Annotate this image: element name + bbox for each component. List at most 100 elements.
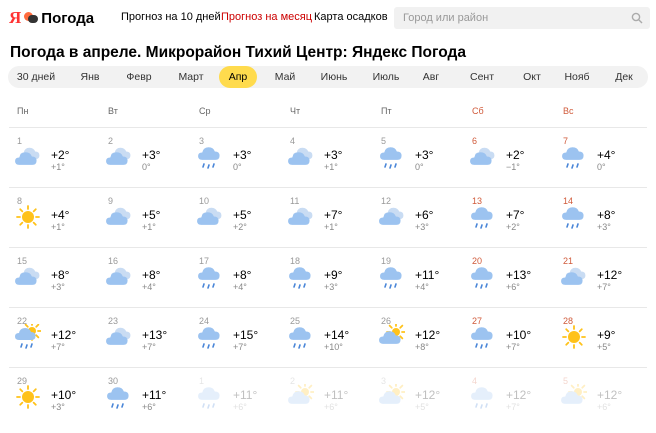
day-cell[interactable]: 17 +8° +4° [191,247,281,305]
temp-max: +8° [597,208,616,222]
day-cell[interactable]: 24 +15° +7° [191,307,281,365]
nav-forecast-10-days[interactable]: Прогноз на 10 дней [121,11,221,23]
temp-max: +4° [597,148,616,162]
cloudy-icon [561,264,587,290]
day-cell[interactable]: 26 +12° +8° [373,307,463,365]
day-cell[interactable]: 3 +12° +5° [373,367,463,425]
temp-min: +3° [597,222,611,232]
temp-min: +2° [233,222,247,232]
sun-icon [15,204,41,230]
day-cell[interactable]: 5 +3° 0° [373,127,463,185]
temp-min: −1° [506,162,520,172]
temp-max: +3° [142,148,161,162]
tab-8[interactable]: Авг [413,66,449,88]
temp-min: +1° [324,162,338,172]
day-cell[interactable]: 8 +4° +1° [9,187,99,245]
temp-max: +10° [51,388,77,402]
tab-0[interactable]: 30 дней [12,66,60,88]
month-tabs: 30 дней Янв Февр Март Апр Май Июнь Июль Авг Сент О… [8,66,648,88]
tab-10[interactable]: Окт [516,66,548,88]
logo[interactable]: Я Погода [9,8,94,28]
day-cell[interactable]: 10 +5° +2° [191,187,281,245]
cloud-rain-icon [470,264,496,290]
day-cell[interactable]: 4 +12° +7° [464,367,554,425]
temp-min: +3° [51,282,65,292]
day-cell[interactable]: 19 +11° +4° [373,247,463,305]
day-cell[interactable]: 29 +10° +3° [9,367,99,425]
day-cell[interactable]: 5 +12° +6° [555,367,645,425]
cloudy-icon [197,204,223,230]
temp-min: +7° [142,342,156,352]
tab-3[interactable]: Март [167,66,215,88]
cloud-rain-icon [197,384,223,410]
cloud-rain-icon [197,264,223,290]
nav-precipitation-map[interactable]: Карта осадков [314,11,388,23]
temp-min: +7° [597,282,611,292]
cloudy-icon [15,264,41,290]
day-cell[interactable]: 12 +6° +3° [373,187,463,245]
day-cell[interactable]: 3 +3° 0° [191,127,281,185]
temp-max: +7° [506,208,525,222]
weekday-label: Сб [472,106,484,116]
day-cell[interactable]: 23 +13° +7° [100,307,190,365]
day-cell[interactable]: 2 +3° 0° [100,127,190,185]
temp-max: +12° [51,328,77,342]
search-input[interactable]: Город или район [394,7,650,29]
day-cell[interactable]: 30 +11° +6° [100,367,190,425]
tab-2[interactable]: Февр [119,66,159,88]
day-cell[interactable]: 2 +11° +6° [282,367,372,425]
sun-cloud-rain-icon [15,321,42,350]
day-cell[interactable]: 7 +4° 0° [555,127,645,185]
cloud-rain-icon [288,324,314,350]
temp-max: +2° [51,148,70,162]
day-cell[interactable]: 25 +14° +10° [282,307,372,365]
tab-9[interactable]: Сент [460,66,504,88]
cloud-rain-icon [470,384,496,410]
nav-forecast-month[interactable]: Прогноз на месяц [221,11,312,23]
tab-12[interactable]: Дек [604,66,644,88]
day-cell[interactable]: 28 +9° +5° [555,307,645,365]
day-cell[interactable]: 1 +2° +1° [9,127,99,185]
day-cell[interactable]: 13 +7° +2° [464,187,554,245]
day-cell[interactable]: 14 +8° +3° [555,187,645,245]
day-cell[interactable]: 22 +12° +7° [9,307,99,365]
logo-text: Погода [41,9,95,27]
tab-11[interactable]: Нояб [554,66,600,88]
day-cell[interactable]: 18 +9° +3° [282,247,372,305]
cloud-rain-icon [379,264,405,290]
temp-max: +15° [233,328,259,342]
day-cell[interactable]: 16 +8° +4° [100,247,190,305]
sun-cloud-icon [379,322,406,350]
day-cell[interactable]: 9 +5° +1° [100,187,190,245]
temp-min: +7° [233,342,247,352]
cloudy-icon [106,144,132,170]
day-cell[interactable]: 1 +11° +6° [191,367,281,425]
tab-1[interactable]: Янв [71,66,109,88]
search-icon[interactable] [631,12,643,24]
page-title: Погода в апреле. Микрорайон Тихий Центр:… [10,44,466,61]
day-cell[interactable]: 21 +12° +7° [555,247,645,305]
cloudy-icon [288,204,314,230]
sun-cloud-icon [379,382,406,410]
tab-5[interactable]: Май [267,66,303,88]
day-cell[interactable]: 4 +3° +1° [282,127,372,185]
temp-max: +9° [324,268,343,282]
day-cell[interactable]: 6 +2° −1° [464,127,554,185]
tab-7[interactable]: Июль [364,66,408,88]
day-cell[interactable]: 15 +8° +3° [9,247,99,305]
cloud-rain-icon [561,204,587,230]
day-cell[interactable]: 11 +7° +1° [282,187,372,245]
temp-max: +8° [142,268,161,282]
day-cell[interactable]: 20 +13° +6° [464,247,554,305]
cloud-rain-icon [106,384,132,410]
temp-max: +11° [142,388,167,402]
sun-cloud-icon [288,382,315,410]
weekday-label: Ср [199,106,211,116]
temp-min: +5° [597,342,611,352]
temp-min: +1° [51,162,65,172]
tab-6[interactable]: Июнь [313,66,355,88]
tab-4[interactable]: Апр [219,66,257,88]
day-cell[interactable]: 27 +10° +7° [464,307,554,365]
temp-max: +9° [597,328,616,342]
cloud-rain-icon [561,144,587,170]
